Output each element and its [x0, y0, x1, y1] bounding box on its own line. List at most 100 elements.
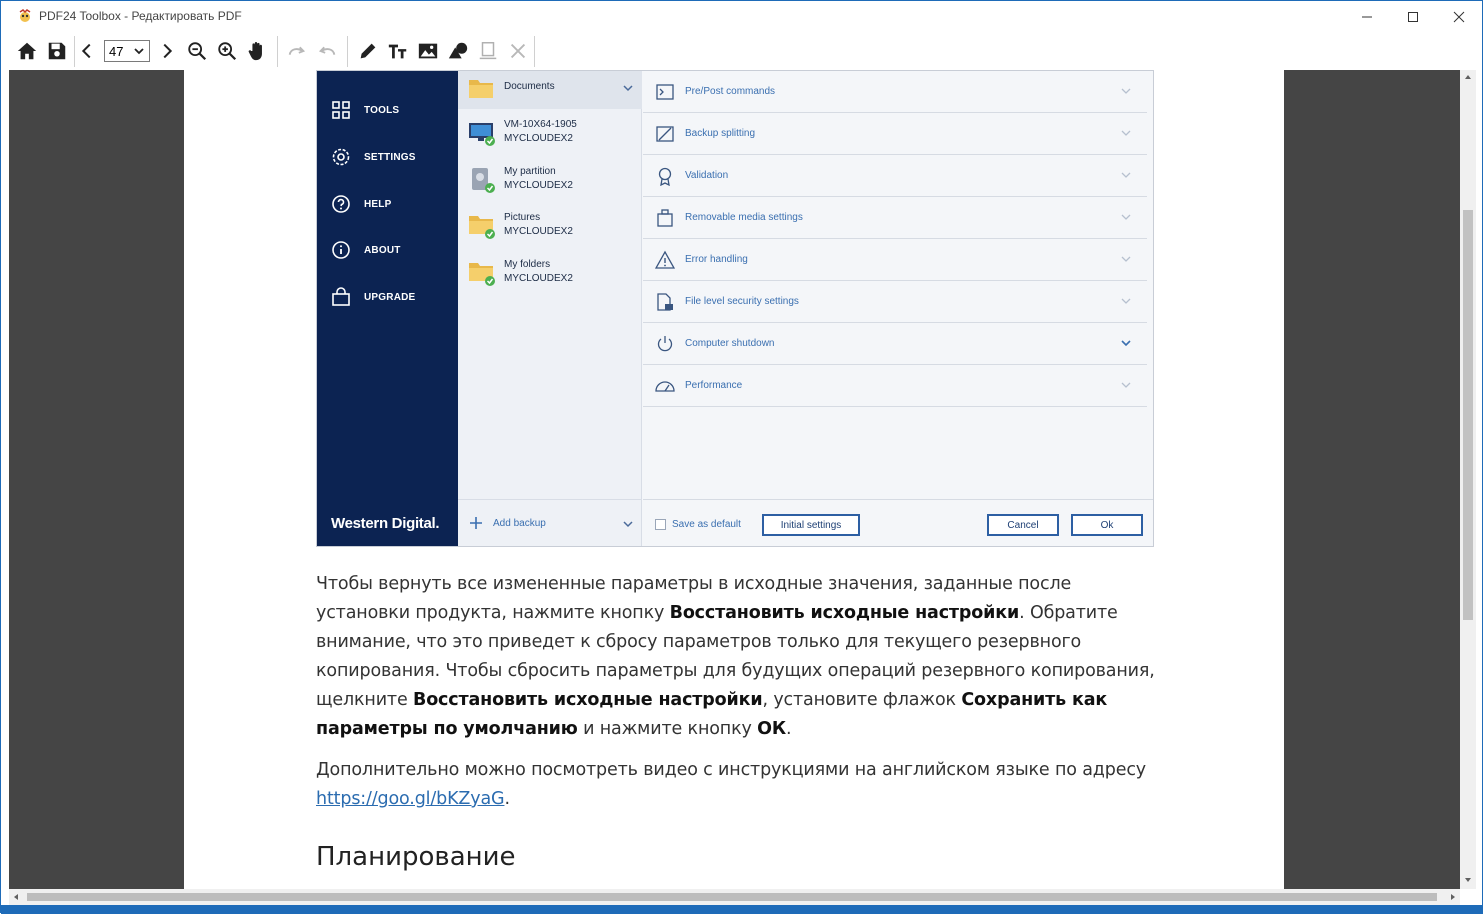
- zoom-out-button[interactable]: [183, 37, 211, 65]
- save-button[interactable]: [43, 37, 71, 65]
- option-removable-media: Removable media settings: [643, 197, 1147, 239]
- chevron-down-icon: [623, 85, 633, 92]
- save-default-label: Save as default: [672, 519, 741, 530]
- text-run: , установите флажок: [762, 690, 962, 710]
- sidebar-item-label: ABOUT: [364, 244, 401, 256]
- embedded-screenshot: TOOLS SETTINGS HELP ABOUT UPGRADE Wester…: [316, 70, 1154, 547]
- bold-text: Восстановить исходные настройки: [413, 690, 763, 710]
- close-button[interactable]: [1436, 1, 1482, 32]
- option-label: Backup splitting: [685, 128, 756, 139]
- initial-settings-button: Initial settings: [762, 514, 860, 536]
- toolbar-divider: [277, 36, 278, 67]
- info-icon: [332, 241, 350, 259]
- video-link[interactable]: https://goo.gl/bKZyaG: [316, 789, 505, 809]
- backup-list-header-label: Documents: [504, 81, 555, 92]
- redo-icon: [288, 46, 306, 55]
- chevron-down-icon: [134, 48, 144, 55]
- selection-icon: [479, 42, 497, 60]
- redo-button[interactable]: [283, 37, 311, 65]
- pencil-icon: [360, 43, 376, 59]
- option-label: Removable media settings: [685, 212, 803, 223]
- app-window: PDF24 Toolbox - Редактировать PDF 47 TOO…: [0, 0, 1483, 914]
- option-label: Pre/Post commands: [685, 86, 776, 97]
- add-backup-label: Add backup: [493, 518, 546, 529]
- zoom-in-button[interactable]: [213, 37, 241, 65]
- list-item-subtitle: MYCLOUDEX2: [504, 133, 573, 144]
- vertical-scroll-thumb[interactable]: [1463, 210, 1473, 620]
- text-run: Дополнительно можно посмотреть видео с и…: [316, 760, 1146, 780]
- sidebar-item-label: SETTINGS: [364, 151, 416, 163]
- help-icon: [332, 195, 350, 213]
- image-icon: [418, 43, 438, 59]
- chevron-down-icon: [1121, 130, 1131, 136]
- close-icon: [510, 43, 526, 59]
- app-logo-icon: [19, 9, 31, 22]
- option-label: Performance: [685, 380, 743, 391]
- paragraph: Дополнительно можно посмотреть видео с и…: [316, 756, 1166, 814]
- sidebar-item-label: TOOLS: [364, 104, 400, 116]
- next-page-button[interactable]: [153, 37, 181, 65]
- option-backup-splitting: Backup splitting: [643, 113, 1147, 155]
- vertical-scrollbar[interactable]: [1460, 70, 1476, 889]
- list-item: My folders MYCLOUDEX2: [468, 257, 638, 293]
- maximize-button[interactable]: [1390, 1, 1436, 32]
- bold-text: ОК: [757, 719, 787, 739]
- delete-button[interactable]: [504, 37, 532, 65]
- bold-text: Восстановить исходные настройки: [669, 603, 1020, 623]
- chevron-down-icon: [623, 521, 633, 528]
- minimize-button[interactable]: [1344, 1, 1390, 32]
- sidebar-item-label: UPGRADE: [364, 291, 416, 303]
- pen-tool-button[interactable]: [354, 37, 382, 65]
- chevron-right-icon: [163, 43, 173, 59]
- save-default-checkbox: [655, 519, 666, 530]
- list-item-title: VM-10X64-1905: [504, 119, 577, 130]
- folder-icon: [469, 216, 495, 239]
- badge-icon: [658, 167, 672, 186]
- document-viewer[interactable]: TOOLS SETTINGS HELP ABOUT UPGRADE Wester…: [9, 70, 1460, 889]
- gear-icon: [332, 148, 350, 166]
- undo-button[interactable]: [313, 37, 341, 65]
- close-icon: [1453, 11, 1465, 22]
- toolbar-divider: [347, 36, 348, 67]
- previous-page-button[interactable]: [73, 37, 101, 65]
- zoom-out-icon: [188, 42, 207, 61]
- folder-icon: [469, 80, 493, 98]
- power-icon: [657, 336, 673, 352]
- list-item: VM-10X64-1905 MYCLOUDEX2: [468, 117, 638, 153]
- text-run: и нажмите кнопку: [577, 719, 758, 739]
- image-tool-button[interactable]: [414, 37, 442, 65]
- backup-list: Documents VM-10X64-1905 MYCLOUDEX2 My pa…: [458, 71, 642, 546]
- option-label: Computer shutdown: [685, 338, 775, 349]
- terminal-icon: [656, 84, 674, 100]
- text-tool-button[interactable]: [384, 37, 412, 65]
- shape-tool-button[interactable]: [444, 37, 472, 65]
- chevron-left-icon: [81, 43, 91, 59]
- chevron-down-icon: [1121, 256, 1131, 262]
- screenshot-sidebar: TOOLS SETTINGS HELP ABOUT UPGRADE Wester…: [317, 71, 458, 546]
- horizontal-scroll-thumb[interactable]: [27, 893, 1437, 901]
- scroll-up-icon: [1465, 75, 1471, 79]
- list-item-subtitle: MYCLOUDEX2: [504, 273, 573, 284]
- minimize-icon: [1362, 16, 1372, 17]
- undo-icon: [318, 46, 336, 55]
- cart-icon: [332, 287, 350, 306]
- option-computer-shutdown: Computer shutdown: [643, 323, 1147, 365]
- disk-icon: [472, 168, 495, 193]
- sidebar-item-tools: TOOLS: [331, 99, 456, 121]
- option-validation: Validation: [643, 155, 1147, 197]
- hand-tool-button[interactable]: [243, 37, 271, 65]
- home-button[interactable]: [13, 37, 41, 65]
- sidebar-item-upgrade: UPGRADE: [331, 286, 456, 308]
- sidebar-item-about: ABOUT: [331, 239, 456, 261]
- save-icon: [48, 42, 66, 60]
- toolbar-divider: [534, 36, 535, 67]
- options-footer: Save as default Initial settings Cancel …: [643, 499, 1153, 546]
- horizontal-scrollbar[interactable]: [9, 889, 1460, 905]
- plus-icon: [470, 517, 482, 529]
- select-tool-button[interactable]: [474, 37, 502, 65]
- home-icon: [17, 42, 37, 60]
- page-number-select[interactable]: 47: [104, 40, 150, 62]
- option-label: File level security settings: [685, 296, 799, 307]
- usb-drive-icon: [657, 209, 673, 227]
- chevron-down-icon: [1121, 214, 1131, 220]
